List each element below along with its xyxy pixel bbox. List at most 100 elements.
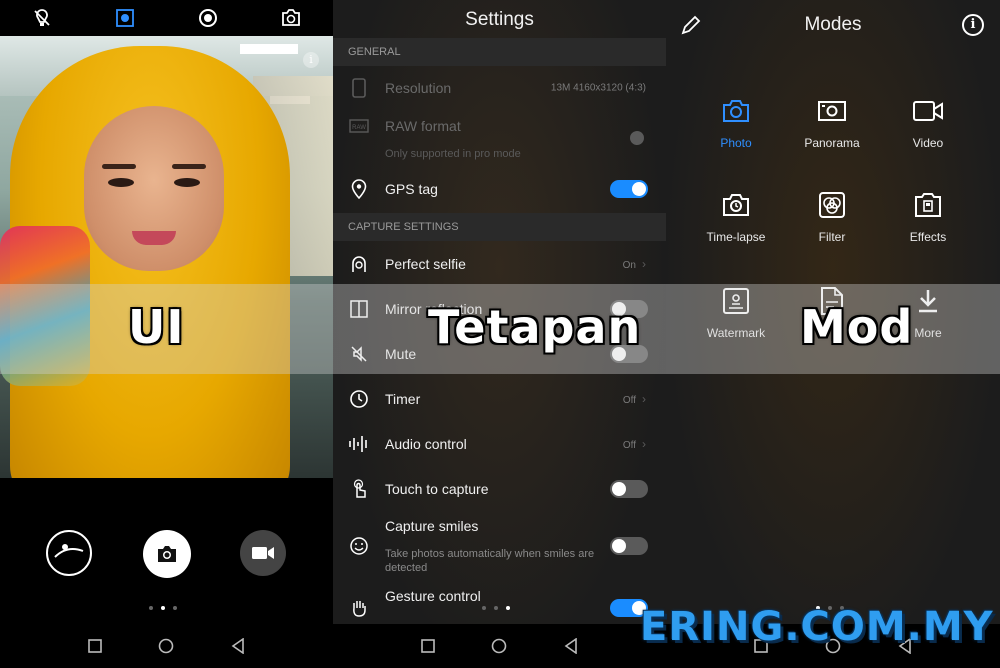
back-icon[interactable] [564,638,578,654]
edit-pencil-icon[interactable] [680,14,702,36]
setting-sublabel: Take photos automatically when smiles ar… [385,548,595,574]
recents-icon[interactable] [88,639,102,653]
page-indicator [482,606,510,610]
page-dot [161,606,165,610]
setting-label: Touch to capture [385,481,489,497]
gesture-hand-icon [348,597,370,619]
subject-brow [102,164,136,169]
mode-photo[interactable]: Photo [688,94,784,150]
info-icon[interactable]: i [303,52,319,68]
setting-value: 13M 4160x3120 (4:3) [550,82,646,94]
setting-perfect-selfie[interactable]: Perfect selfie On › [333,242,666,286]
gps-tag-toggle[interactable] [610,180,648,198]
phone-icon [348,77,370,99]
android-nav-bar [0,624,333,668]
caption-ui: UI [128,300,185,354]
video-camera-icon [252,547,274,559]
subject-eye [108,178,134,187]
android-nav-bar [333,624,666,668]
setting-sublabel: Only supported in pro mode [385,148,521,160]
touch-hand-icon [348,478,370,500]
setting-label: Perfect selfie [385,256,466,272]
raw-icon: RAW [348,115,370,137]
page-dot [494,606,498,610]
mode-label: Filter [818,230,846,244]
setting-value: Off › [623,392,646,406]
back-icon[interactable] [231,638,245,654]
location-pin-icon [348,178,370,200]
setting-value: On › [623,257,646,271]
info-icon[interactable]: i [962,14,984,36]
section-header-capture: CAPTURE SETTINGS [333,213,666,241]
setting-raw-format: RAW RAW format Only supported in pro mod… [333,110,666,166]
mode-effects[interactable]: Effects [880,188,976,244]
timer-value: Off [622,395,636,406]
viewfinder-light [240,44,298,54]
modes-header: Modes i [666,0,1000,50]
subject-lips [132,231,176,245]
raw-format-toggle [630,129,644,147]
panorama-icon [815,94,849,128]
setting-value: Off › [623,437,646,451]
page-dot [149,606,153,610]
filter-icon [815,188,849,222]
chevron-right-icon: › [642,392,646,406]
mode-time-lapse[interactable]: Time-lapse [688,188,784,244]
capture-smiles-toggle[interactable] [610,537,648,555]
mode-label: Panorama [804,136,860,150]
page-dot [173,606,177,610]
page-dot [482,606,486,610]
recents-icon[interactable] [421,639,435,653]
svg-text:RAW: RAW [352,125,366,131]
chevron-right-icon: › [642,437,646,451]
mode-video[interactable]: Video [880,94,976,150]
effects-icon [911,188,945,222]
camera-icon [158,546,176,562]
home-icon[interactable] [491,638,507,654]
mode-panorama[interactable]: Panorama [784,94,880,150]
home-icon[interactable] [158,638,174,654]
modes-title: Modes [804,14,862,35]
setting-label: RAW format [385,118,461,134]
gallery-button[interactable] [46,530,92,576]
video-record-button[interactable] [240,530,286,576]
setting-audio-control[interactable]: Audio control Off › [333,422,666,466]
section-header-general: GENERAL [333,38,666,66]
chevron-right-icon: › [642,257,646,271]
subject-brow [172,164,206,169]
mode-label: Time-lapse [706,230,766,244]
shutter-button[interactable] [143,530,191,578]
setting-label: GPS tag [385,181,438,197]
mode-label: Effects [909,230,947,244]
setting-label: Timer [385,391,421,407]
switch-camera-icon[interactable] [280,7,302,29]
page-indicator [149,606,177,610]
audio-control-value: Off [622,440,636,451]
camera-viewfinder[interactable]: i [0,36,333,478]
selfie-icon [348,253,370,275]
perfect-selfie-value: On [622,260,636,271]
smile-icon [348,535,370,557]
setting-touch-to-capture[interactable]: Touch to capture [333,467,666,511]
setting-timer[interactable]: Timer Off › [333,377,666,421]
setting-resolution: Resolution 13M 4160x3120 (4:3) [333,66,666,110]
mode-label: Video [912,136,944,150]
time-lapse-icon [719,188,753,222]
setting-label: Gesture control [385,588,481,604]
setting-gps-tag[interactable]: GPS tag [333,167,666,211]
caption-mod: Mod [800,300,914,354]
setting-capture-smiles[interactable]: Capture smiles Take photos automatically… [333,512,666,580]
flash-off-icon[interactable] [31,7,53,29]
touch-to-capture-toggle[interactable] [610,480,648,498]
site-watermark: ERING.COM.MY [640,604,994,650]
gallery-icon [54,544,84,558]
setting-label: Audio control [385,436,467,452]
aperture-mode-icon[interactable] [114,7,136,29]
mode-filter[interactable]: Filter [784,188,880,244]
timer-icon [348,388,370,410]
subject-eye [174,178,200,187]
camera-icon [719,94,753,128]
caption-tetapan: Tetapan [428,300,642,354]
screenshot-composite: i 1 Settin [0,0,1000,668]
portrait-mode-icon[interactable] [197,7,219,29]
